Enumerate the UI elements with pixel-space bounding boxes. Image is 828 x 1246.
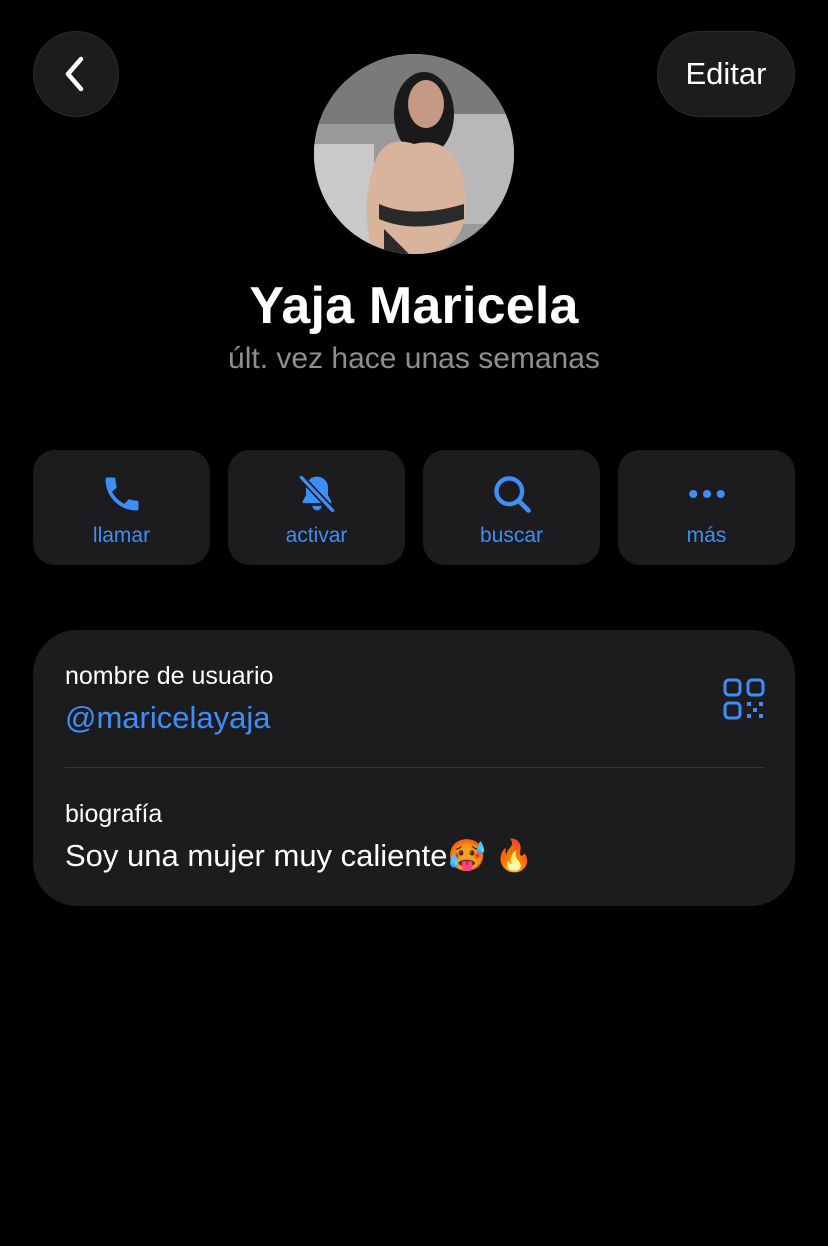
- profile-name: Yaja Maricela: [249, 277, 579, 335]
- more-icon: [684, 472, 730, 516]
- avatar[interactable]: [314, 54, 514, 254]
- edit-button[interactable]: Editar: [657, 31, 795, 117]
- username-label: nombre de usuario: [65, 662, 274, 690]
- divider: [65, 767, 763, 768]
- search-label: buscar: [479, 524, 544, 547]
- call-label: llamar: [92, 524, 151, 547]
- profile-photo: [314, 54, 514, 254]
- bio-label: biografía: [65, 800, 163, 828]
- back-button[interactable]: [33, 31, 119, 117]
- chevron-left-icon: [65, 56, 84, 92]
- info-card: nombre de usuario @maricelayaja biografí…: [33, 630, 795, 906]
- bio-text: Soy una mujer muy caliente🥵 🔥: [65, 838, 534, 873]
- unmute-label: activar: [285, 524, 348, 547]
- bell-slash-icon: [294, 472, 340, 516]
- qr-code-icon[interactable]: [723, 678, 765, 720]
- search-icon: [489, 472, 535, 516]
- unmute-button[interactable]: activar: [228, 450, 405, 565]
- more-button[interactable]: más: [618, 450, 795, 565]
- more-label: más: [686, 524, 727, 547]
- search-button[interactable]: buscar: [423, 450, 600, 565]
- call-button[interactable]: llamar: [33, 450, 210, 565]
- last-seen-status: últ. vez hace unas semanas: [228, 342, 600, 375]
- username-link[interactable]: @maricelayaja: [65, 700, 270, 736]
- phone-icon: [99, 472, 145, 516]
- action-bar: llamar activar buscar más: [33, 450, 795, 565]
